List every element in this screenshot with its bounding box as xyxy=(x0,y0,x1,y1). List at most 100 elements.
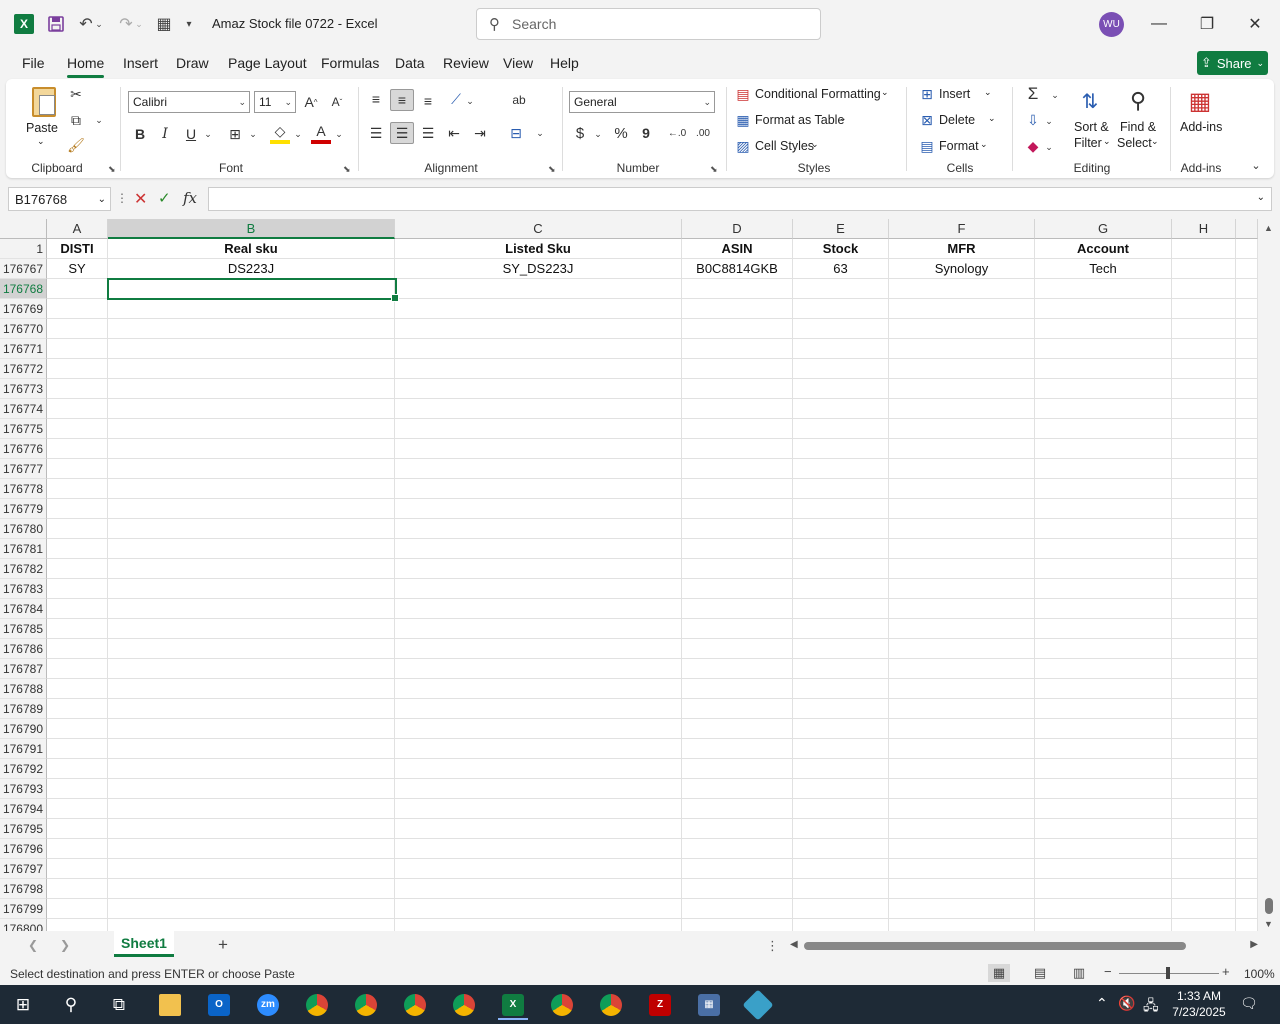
grid-cell[interactable]: DS223J xyxy=(108,259,395,279)
grid-cell[interactable] xyxy=(793,319,889,339)
borders-dropdown-icon[interactable]: ⌄ xyxy=(247,124,259,144)
notification-icon[interactable]: 🗨 xyxy=(1240,995,1258,1012)
row-header[interactable]: 176768 xyxy=(0,279,47,299)
grid-cell[interactable] xyxy=(47,879,108,899)
column-header-d[interactable]: D xyxy=(682,219,793,239)
number-launcher-icon[interactable]: ⬊ xyxy=(710,164,718,175)
column-header-b[interactable]: B xyxy=(108,219,395,239)
grid-cell[interactable] xyxy=(47,779,108,799)
grid-cell[interactable] xyxy=(793,699,889,719)
grid-cell[interactable] xyxy=(682,919,793,931)
grid-cell[interactable] xyxy=(108,319,395,339)
row-header[interactable]: 176772 xyxy=(0,359,47,379)
grid-cell[interactable] xyxy=(47,559,108,579)
grid-cell[interactable] xyxy=(793,639,889,659)
grid-cell[interactable] xyxy=(889,659,1035,679)
insert-function-icon[interactable]: fx xyxy=(183,189,197,207)
grid-cell[interactable] xyxy=(1236,419,1258,439)
orientation-dropdown-icon[interactable]: ⌄ xyxy=(464,91,476,111)
grid-cell[interactable] xyxy=(682,539,793,559)
grid-cell[interactable] xyxy=(108,559,395,579)
grid-cell[interactable] xyxy=(108,459,395,479)
row-header[interactable]: 176790 xyxy=(0,719,47,739)
grid-cell[interactable] xyxy=(1172,359,1236,379)
grid-cell[interactable] xyxy=(1035,799,1172,819)
find-select-icon[interactable]: ⚲ xyxy=(1122,85,1154,117)
tab-file[interactable]: File xyxy=(22,55,45,71)
grid-cell[interactable] xyxy=(47,339,108,359)
grid-cell[interactable] xyxy=(47,919,108,931)
grid-cell[interactable] xyxy=(1172,539,1236,559)
grid-cell[interactable] xyxy=(1236,579,1258,599)
grid-cell[interactable] xyxy=(1172,459,1236,479)
grid-cell[interactable] xyxy=(889,679,1035,699)
grid-cell[interactable] xyxy=(889,599,1035,619)
page-break-view-icon[interactable]: ▥ xyxy=(1068,964,1090,982)
grid-cell[interactable] xyxy=(47,439,108,459)
enter-icon[interactable]: ✓ xyxy=(158,189,171,207)
find-select-dropdown-icon[interactable]: ⌄ xyxy=(1151,136,1159,147)
paste-dropdown-icon[interactable]: ⌄ xyxy=(37,136,45,147)
insert-cells-button[interactable]: Insert xyxy=(939,87,970,101)
user-avatar[interactable]: WU xyxy=(1099,12,1124,37)
grid-cell[interactable] xyxy=(1172,679,1236,699)
grid-cell[interactable] xyxy=(1035,659,1172,679)
align-center-icon[interactable]: ☰ xyxy=(390,122,414,144)
grid-cell[interactable] xyxy=(108,739,395,759)
grid-cell[interactable] xyxy=(1035,779,1172,799)
grid-cell[interactable] xyxy=(47,859,108,879)
grid-cell[interactable] xyxy=(793,899,889,919)
grid-cell[interactable] xyxy=(47,819,108,839)
font-name-select[interactable]: Calibri ⌄ xyxy=(128,91,250,113)
grid-cell[interactable] xyxy=(889,799,1035,819)
autosum-icon[interactable]: Σ xyxy=(1023,84,1043,104)
grid-cell[interactable] xyxy=(889,759,1035,779)
grid-cell[interactable] xyxy=(1236,559,1258,579)
vertical-scrollbar[interactable]: ▲ ▼ xyxy=(1258,219,1280,931)
grid-cell[interactable] xyxy=(1236,759,1258,779)
row-header[interactable]: 176770 xyxy=(0,319,47,339)
middle-align-icon[interactable]: ≡ xyxy=(390,89,414,111)
share-button[interactable]: ⇪ Share ⌄ xyxy=(1197,51,1268,75)
grid-cell[interactable] xyxy=(1172,419,1236,439)
volume-muted-icon[interactable]: 🔇 xyxy=(1118,995,1135,1012)
grid-cell[interactable] xyxy=(1035,419,1172,439)
format-painter-icon[interactable]: 🖌 xyxy=(66,135,86,155)
scroll-down-icon[interactable]: ▼ xyxy=(1264,919,1273,929)
bottom-align-icon[interactable]: ≡ xyxy=(418,91,438,111)
grid-cell[interactable] xyxy=(1236,499,1258,519)
tab-page-layout[interactable]: Page Layout xyxy=(228,55,307,71)
grid-cell[interactable] xyxy=(1035,559,1172,579)
grid-cell[interactable] xyxy=(1172,859,1236,879)
grid-cell[interactable] xyxy=(108,359,395,379)
row-header[interactable]: 176796 xyxy=(0,839,47,859)
grid-cell[interactable] xyxy=(793,539,889,559)
grid-cell[interactable] xyxy=(1035,899,1172,919)
grid-cell[interactable] xyxy=(47,479,108,499)
row-header[interactable]: 176780 xyxy=(0,519,47,539)
more-options-icon[interactable]: ⋮ xyxy=(766,938,779,954)
grid-cell[interactable] xyxy=(1236,919,1258,931)
grid-cell[interactable] xyxy=(682,319,793,339)
header-cell[interactable]: DISTI xyxy=(47,239,108,259)
grid-cell[interactable] xyxy=(793,779,889,799)
grid-cell[interactable] xyxy=(1236,279,1258,299)
tab-data[interactable]: Data xyxy=(395,55,425,71)
find-select-label-2[interactable]: Select xyxy=(1117,136,1152,150)
grid-cell[interactable] xyxy=(1236,639,1258,659)
align-left-icon[interactable]: ☰ xyxy=(366,123,386,143)
decrease-font-icon[interactable]: Aˇ xyxy=(327,91,347,113)
grid-cell[interactable] xyxy=(1236,299,1258,319)
grid-cell[interactable] xyxy=(793,499,889,519)
grid-cell[interactable] xyxy=(1172,259,1236,279)
grid-cell[interactable] xyxy=(1172,439,1236,459)
start-icon[interactable]: ⊞ xyxy=(4,989,42,1020)
grid-cell[interactable] xyxy=(395,819,682,839)
grid-cell[interactable] xyxy=(395,539,682,559)
grid-cell[interactable] xyxy=(47,419,108,439)
grid-cell[interactable] xyxy=(1035,679,1172,699)
grid-cell[interactable] xyxy=(395,799,682,819)
grid-cell[interactable] xyxy=(108,599,395,619)
number-format-select[interactable]: General ⌄ xyxy=(569,91,715,113)
grid-cell[interactable] xyxy=(889,699,1035,719)
